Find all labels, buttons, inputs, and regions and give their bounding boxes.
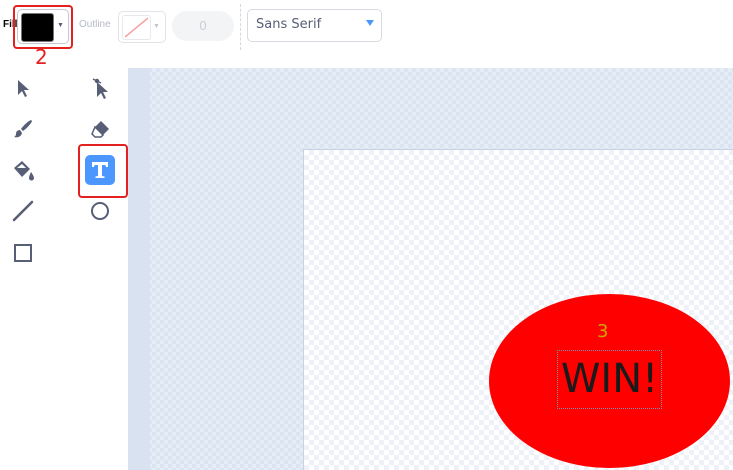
eraser-icon bbox=[91, 121, 109, 138]
win-text[interactable]: WIN! bbox=[558, 351, 661, 408]
outline-width-input[interactable]: 0 bbox=[172, 11, 234, 41]
font-select[interactable]: Sans Serif bbox=[247, 9, 382, 42]
outline-color-picker[interactable]: ▼ bbox=[118, 11, 166, 43]
reshape-cursor-icon bbox=[92, 78, 108, 99]
tool-palette: 1 bbox=[0, 68, 148, 470]
no-color-icon bbox=[124, 17, 149, 38]
arrow-cursor-icon bbox=[18, 80, 29, 97]
square-icon bbox=[14, 244, 32, 262]
tool-rectangle[interactable] bbox=[8, 238, 38, 268]
paint-toolbar: Fill ▼ Outline ▼ 0 Sans Serif 2 bbox=[0, 0, 733, 69]
tool-circle[interactable] bbox=[85, 196, 115, 226]
line-icon bbox=[12, 200, 34, 222]
tool-eraser[interactable] bbox=[85, 114, 115, 144]
text-box[interactable]: WIN! bbox=[557, 350, 662, 409]
circle-icon bbox=[91, 202, 109, 220]
tool-select[interactable] bbox=[8, 73, 38, 103]
font-select-value: Sans Serif bbox=[256, 17, 322, 32]
highlight-box-fill bbox=[13, 5, 73, 49]
paint-bucket-icon bbox=[14, 161, 34, 181]
step-2-label: 2 bbox=[35, 45, 48, 69]
tool-reshape[interactable] bbox=[85, 73, 115, 103]
tool-line[interactable] bbox=[8, 196, 38, 226]
tool-fill[interactable] bbox=[8, 155, 38, 185]
tool-brush[interactable] bbox=[8, 114, 38, 144]
step-3-label: 3 bbox=[597, 321, 609, 342]
paint-canvas-area[interactable]: 3 WIN! bbox=[128, 68, 733, 470]
caret-down-icon bbox=[366, 20, 374, 26]
highlight-box-text-tool bbox=[78, 144, 128, 198]
brush-icon bbox=[14, 120, 32, 138]
chevron-down-icon[interactable]: ▼ bbox=[153, 23, 160, 30]
toolbar-divider bbox=[240, 4, 241, 50]
outline-color-swatch[interactable] bbox=[122, 15, 151, 40]
outline-label: Outline bbox=[79, 19, 111, 30]
canvas-scrollbar[interactable] bbox=[128, 68, 150, 470]
